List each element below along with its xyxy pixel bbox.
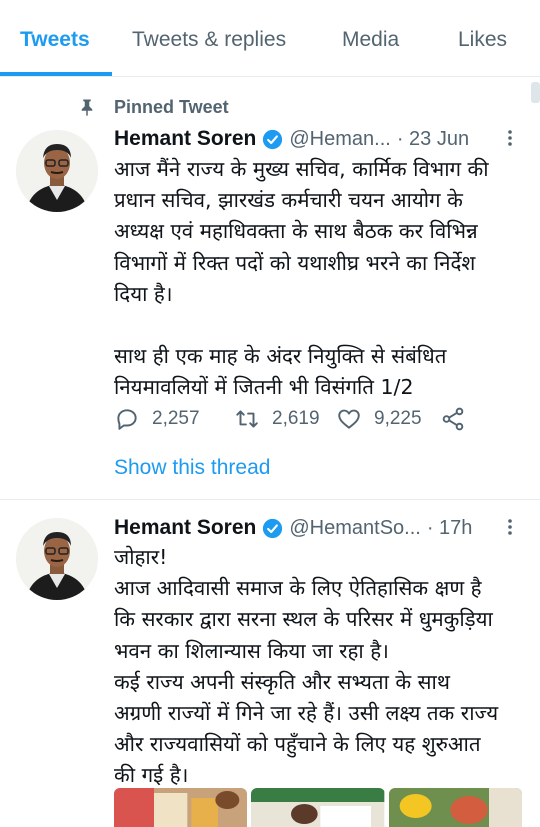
scrollbar[interactable] <box>531 82 540 103</box>
avatar[interactable] <box>16 518 98 600</box>
author-handle[interactable]: @HemantSo... <box>289 517 420 540</box>
more-icon[interactable] <box>500 128 520 148</box>
author-handle[interactable]: @Heman... <box>289 128 390 151</box>
tweet-text: जोहार! आज आदिवासी समाज के लिए ऐतिहासिक क… <box>114 545 499 788</box>
media-image[interactable] <box>388 788 522 827</box>
more-icon[interactable] <box>500 517 520 537</box>
reply-button[interactable]: 2,257 <box>114 406 234 432</box>
share-icon <box>442 407 464 431</box>
profile-tabs: Tweets Tweets & replies Media Likes <box>0 0 540 76</box>
tab-tweets-and-replies[interactable]: Tweets & replies <box>132 28 286 52</box>
show-thread-link[interactable]: Show this thread <box>114 456 270 480</box>
retweet-button[interactable]: 2,619 <box>234 406 336 432</box>
media-photo <box>388 788 522 827</box>
tweet-actions: 2,257 2,619 9,225 <box>114 404 478 434</box>
retweet-icon <box>236 410 258 428</box>
avatar-image <box>16 130 98 212</box>
tab-likes[interactable]: Likes <box>458 28 507 52</box>
verified-badge-icon <box>263 518 283 538</box>
reply-count: 2,257 <box>152 408 200 429</box>
author-name[interactable]: Hemant Soren <box>114 127 256 151</box>
tweet-time[interactable]: · 23 Jun <box>397 128 469 151</box>
tweet-header: Hemant Soren @Heman... · 23 Jun <box>114 125 469 153</box>
avatar[interactable] <box>16 130 98 212</box>
pinned-indicator: Pinned Tweet <box>78 96 229 118</box>
like-button[interactable]: 9,225 <box>336 406 440 432</box>
tweet-text: आज मैंने राज्य के मुख्य सचिव, कार्मिक वि… <box>114 157 489 400</box>
tweet-divider <box>0 499 540 500</box>
retweet-count: 2,619 <box>272 408 320 429</box>
avatar-image <box>16 518 98 600</box>
pin-icon <box>81 99 93 116</box>
tab-media[interactable]: Media <box>342 28 399 52</box>
heart-icon <box>338 409 360 429</box>
author-name[interactable]: Hemant Soren <box>114 516 256 540</box>
tweet-media[interactable] <box>114 788 522 827</box>
tab-tweets[interactable]: Tweets <box>20 28 90 52</box>
like-count: 9,225 <box>374 408 422 429</box>
reply-icon <box>117 409 137 430</box>
share-button[interactable] <box>440 406 478 432</box>
media-photo <box>114 788 248 827</box>
tabs-divider <box>0 76 540 77</box>
media-photo <box>251 788 385 827</box>
verified-badge-icon <box>263 129 283 149</box>
tweet-header: Hemant Soren @HemantSo... · 17h <box>114 514 472 542</box>
media-image[interactable] <box>251 788 385 827</box>
pinned-label: Pinned Tweet <box>114 96 229 117</box>
media-image[interactable] <box>114 788 248 827</box>
tweet-time[interactable]: · 17h <box>427 517 473 540</box>
